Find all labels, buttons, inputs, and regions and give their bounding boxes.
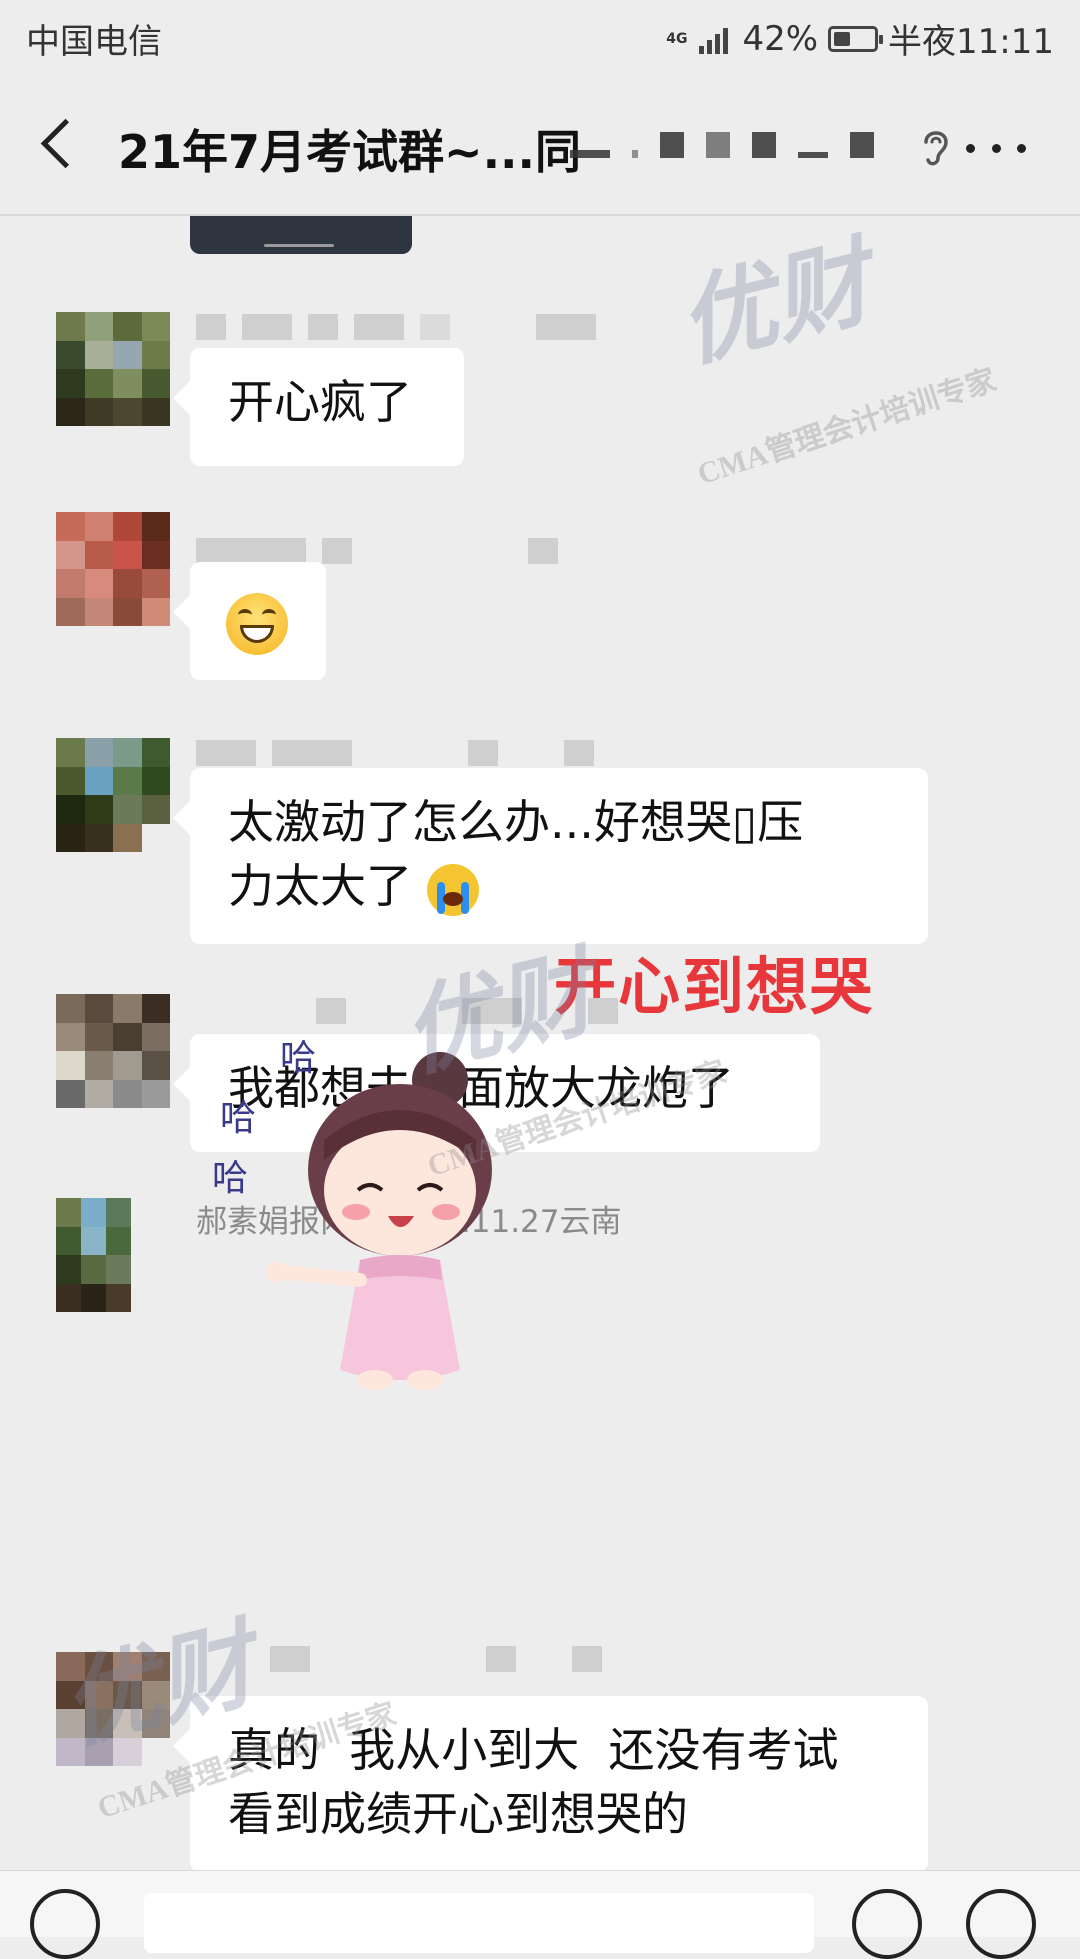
avatar[interactable] bbox=[56, 1198, 156, 1312]
sender-name-redacted bbox=[196, 538, 558, 564]
laughing-girl-sticker[interactable]: 哈 哈 哈 bbox=[210, 1040, 540, 1400]
message-bubble[interactable]: 太激动了怎么办...好想哭▯压 力太大了 bbox=[190, 768, 928, 944]
more-options-icon[interactable] bbox=[966, 126, 1026, 170]
avatar[interactable] bbox=[56, 994, 170, 1108]
sticker-text: 哈 bbox=[280, 1040, 316, 1079]
voice-input-button[interactable] bbox=[30, 1889, 100, 1959]
message-input[interactable] bbox=[144, 1893, 814, 1953]
chat-header: 21年7月考试群~...同 bbox=[0, 76, 1080, 216]
battery-percent: 42% bbox=[742, 18, 819, 59]
avatar[interactable] bbox=[56, 512, 170, 626]
input-bar bbox=[0, 1870, 1080, 1959]
status-indicators: 4G 42% 半夜11:11 bbox=[666, 14, 1054, 63]
signal-icon bbox=[699, 24, 729, 54]
message-text-line: 力太大了 bbox=[228, 854, 890, 918]
avatar[interactable] bbox=[56, 312, 170, 426]
message-text-line: 看到成绩开心到想哭的 bbox=[228, 1787, 688, 1841]
chat-title: 21年7月考试群~...同 bbox=[118, 125, 581, 179]
chevron-left-icon bbox=[40, 118, 91, 169]
message-list[interactable]: 开心疯了 太激动了怎么办...好想哭▯压 力太大了 开心到想哭 我都想去外面放大… bbox=[0, 216, 1080, 1870]
battery-fill bbox=[834, 31, 851, 46]
sticker-text: 哈 bbox=[212, 1158, 248, 1199]
status-bar: 中国电信 4G 42% 半夜11:11 bbox=[0, 0, 1080, 76]
sender-name-redacted bbox=[270, 1646, 602, 1672]
media-thumbnail[interactable] bbox=[190, 216, 412, 254]
crying-face-emoji bbox=[426, 863, 479, 916]
message-text: 开心疯了 bbox=[228, 375, 412, 429]
battery-icon bbox=[828, 25, 884, 52]
earpiece-mode-icon[interactable] bbox=[916, 124, 956, 170]
avatar[interactable] bbox=[56, 1652, 170, 1766]
clock: 半夜11:11 bbox=[888, 22, 1054, 62]
sender-name-redacted bbox=[316, 998, 618, 1024]
grinning-face-emoji bbox=[226, 592, 288, 655]
message-bubble[interactable] bbox=[190, 562, 326, 680]
sender-name-redacted bbox=[196, 314, 596, 340]
message-bubble[interactable]: 真的 我从小到大 还没有考试 看到成绩开心到想哭的 bbox=[190, 1696, 928, 1870]
back-button[interactable] bbox=[30, 112, 91, 178]
sender-name-redacted bbox=[196, 740, 594, 766]
network-type: 4G bbox=[666, 30, 688, 47]
more-functions-button[interactable] bbox=[966, 1889, 1036, 1959]
title-redaction bbox=[570, 132, 874, 158]
message-text-line: 太激动了怎么办...好想哭▯压 bbox=[228, 795, 804, 849]
message-bubble[interactable]: 开心疯了 bbox=[190, 348, 464, 466]
message-text-line: 真的 我从小到大 还没有考试 bbox=[228, 1723, 839, 1777]
emoji-button[interactable] bbox=[852, 1889, 922, 1959]
carrier-label: 中国电信 bbox=[26, 22, 162, 62]
sticker-text: 哈 bbox=[220, 1098, 256, 1139]
watermark: CMA管理会计培训专家 bbox=[693, 363, 1001, 492]
watermark: 优财 bbox=[667, 225, 881, 382]
avatar[interactable] bbox=[56, 738, 170, 852]
